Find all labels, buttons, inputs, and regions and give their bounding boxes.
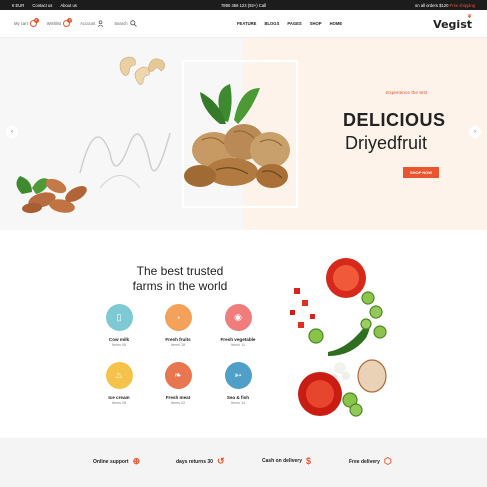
category-fresh-vegetable[interactable]: ◉ Fresh vegetable Items 11 [208,304,268,347]
nav-home[interactable]: HOME [330,21,343,26]
category-sea-fish[interactable]: ➳ Sea & fish Items 14 [208,362,268,405]
almond-image [16,176,87,214]
feature-returns: days returns 30 ↺ [176,456,225,466]
hero-slider: ‹ › Experience the test DELICIOUS Driyed… [0,38,487,230]
dollar-icon: $ [306,456,312,466]
category-fresh-fruits[interactable]: ◔ Fresh fruits Items 18 [148,304,208,347]
cart-count-badge: 0 [33,18,39,23]
feature-cash-on-delivery: Cash on delivery $ [262,456,312,466]
category-ice-cream[interactable]: ♨ Ice cream Items 08 [89,362,149,405]
chevron-left-icon: ‹ [11,129,13,135]
fish-icon: ➳ [224,362,252,389]
site-logo[interactable]: Vegist ❦ [433,13,472,31]
prev-slide-button[interactable]: ‹ [6,126,18,138]
feature-free-delivery: Free delivery ⬡ [349,456,392,466]
walnut-image [184,84,290,188]
user-icon [98,20,104,27]
hero-subtitle: Experience the test [386,91,428,96]
heart-icon: 0 [63,18,73,27]
next-slide-button[interactable]: › [469,126,481,138]
box-icon: ⬡ [383,456,392,466]
my-cart-link[interactable]: My cart 0 [14,18,39,27]
cart-icon: 0 [29,18,39,27]
nav-pages[interactable]: PAGES [287,21,301,26]
hero-title-line2: Driyedfruit [345,133,428,153]
top-bar: € EUR Contact us About us 7890 456 123 (… [0,0,487,10]
vegetable-icon: ◉ [224,304,252,331]
nav-blogs[interactable]: BLOGS [264,21,279,26]
wishlist-count-badge: 0 [67,18,73,23]
fruit-icon: ◔ [164,304,192,331]
feature-online-support: Online support ⊕ [93,456,141,466]
vegetables-image [290,258,387,417]
nav-shop[interactable]: SHOP [310,21,322,26]
account-link[interactable]: Account [80,20,104,27]
meat-icon: ❧ [164,362,192,389]
chevron-right-icon: › [474,129,476,135]
leaf-icon: ❦ [466,13,472,20]
milk-icon: ▯ [105,304,133,331]
nav-feature[interactable]: FEATURE [237,21,256,26]
wishlist-link[interactable]: Wishlist 0 [47,18,73,27]
hero-title-line1: DELICIOUS [343,110,446,130]
category-fresh-meat[interactable]: ❧ Fresh meat Items 02 [148,362,208,405]
header: My cart 0 Wishlist 0 Account Search FEAT… [0,10,487,38]
category-cow-milk[interactable]: ▯ Cow milk Items 06 [89,304,149,347]
ice-cream-icon: ♨ [105,362,133,389]
cashew-image [119,56,165,85]
return-icon: ↺ [216,456,225,466]
main-nav: FEATURE BLOGS PAGES SHOP HOME [237,21,342,26]
categories-section: The best trusted farms in the world ▯ Co… [0,230,487,438]
section-heading: The best trusted farms in the world [132,264,228,293]
search-link[interactable]: Search [114,20,137,27]
globe-icon: ⊕ [132,456,141,466]
shop-now-button[interactable]: SHOP NOW [403,167,439,178]
shipping-notice: on all orders $120 Free shipping [414,2,475,8]
search-icon [129,20,137,27]
features-bar: Online support ⊕ days returns 30 ↺ Cash … [0,438,487,487]
